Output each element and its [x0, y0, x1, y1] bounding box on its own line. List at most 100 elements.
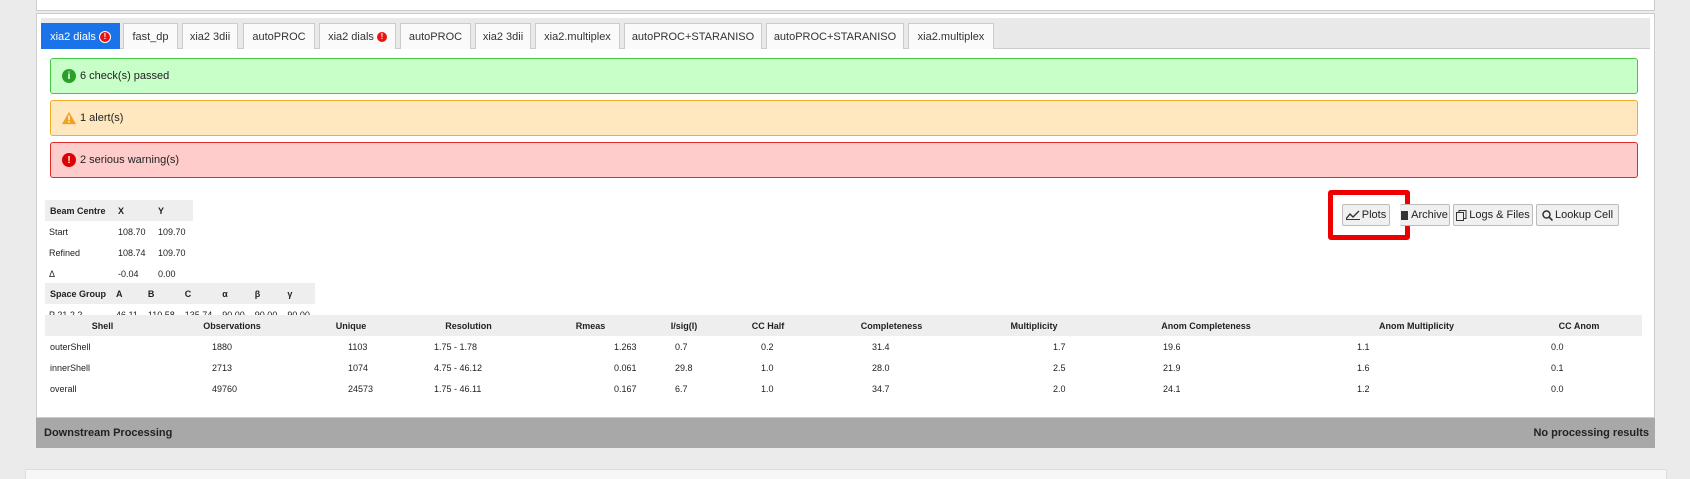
tab-autoproc[interactable]: autoPROC — [243, 23, 315, 49]
tab-autoproc-staraniso[interactable]: autoPROC+STARANISO — [624, 23, 762, 49]
cell-value: 108.70 — [118, 226, 146, 237]
cell-c-header: C — [179, 283, 218, 304]
cell-value: 109.70 — [158, 226, 186, 237]
pipeline-tabs: xia2 dials! fast_dp xia2 3dii autoPROC x… — [41, 18, 1650, 49]
cell-value: 24573 — [348, 383, 374, 394]
anom-completeness-header: Anom Completeness — [1095, 315, 1317, 336]
cell-value: 108.74 — [118, 247, 146, 258]
serious-warnings-alert[interactable]: ! 2 serious warning(s) — [50, 142, 1638, 178]
cell-value: 34.7 — [872, 383, 890, 394]
archive-button[interactable]: Archive — [1400, 204, 1450, 226]
tab-xia2-dials-2[interactable]: xia2 dials! — [319, 23, 396, 49]
files-icon — [1456, 209, 1467, 221]
cell-value: 1074 — [348, 362, 369, 373]
lookup-cell-button[interactable]: Lookup Cell — [1536, 204, 1619, 226]
isigi-header: I/sig(I) — [642, 315, 726, 336]
table-row: Δ -0.04 0.00 — [45, 263, 193, 284]
logs-files-button[interactable]: Logs & Files — [1453, 204, 1533, 226]
cell-value: 4.75 - 46.12 — [434, 362, 483, 373]
tab-label: xia2 3dii — [189, 30, 231, 43]
cell-value: 1880 — [212, 341, 233, 352]
cell-value: 6.7 — [675, 383, 688, 394]
search-icon — [1542, 209, 1553, 221]
space-group-header: Space Group — [45, 283, 112, 304]
cell-value: 31.4 — [872, 341, 890, 352]
cell-value: 1.1 — [1357, 341, 1370, 352]
multiplicity-header: Multiplicity — [973, 315, 1095, 336]
alpha-header: α — [217, 283, 250, 304]
tab-label: autoPROC — [408, 30, 463, 43]
shell-statistics-table: Shell Observations Unique Resolution Rme… — [45, 315, 1642, 399]
x-header: X — [113, 200, 153, 221]
button-label: Logs & Files — [1469, 209, 1530, 221]
cell-value: 1.263 — [614, 341, 637, 352]
error-badge-icon: ! — [376, 31, 387, 42]
downstream-status: No processing results — [1533, 427, 1649, 439]
cell-value: 1.75 - 46.11 — [434, 383, 482, 394]
tab-xia2-3dii-2[interactable]: xia2 3dii — [475, 23, 531, 49]
observations-header: Observations — [160, 315, 304, 336]
shell-name: innerShell — [50, 362, 91, 373]
highlight-box — [1328, 190, 1410, 240]
row-label: Refined — [49, 247, 81, 258]
cell-value: 0.1 — [1551, 362, 1564, 373]
cell-value: 0.2 — [761, 341, 774, 352]
checks-passed-alert[interactable]: i 6 check(s) passed — [50, 58, 1638, 94]
table-row: outerShell 1880 1103 1.75 - 1.78 1.263 0… — [45, 336, 1642, 357]
shell-header: Shell — [45, 315, 160, 336]
previous-panel-edge — [36, 0, 1655, 11]
cell-value: 21.9 — [1163, 362, 1181, 373]
row-label: Start — [49, 226, 69, 237]
archive-icon — [1401, 210, 1409, 220]
alert-text: 2 serious warning(s) — [80, 154, 180, 166]
beam-centre-header: Beam Centre — [45, 200, 113, 221]
tab-label: xia2.multiplex — [544, 30, 611, 43]
cell-value: 1.75 - 1.78 — [434, 341, 478, 352]
cell-b-header: B — [142, 283, 180, 304]
cell-value: 0.0 — [1551, 341, 1564, 352]
tab-label: xia2.multiplex — [917, 30, 985, 43]
cell-value: 1.0 — [761, 383, 774, 394]
tab-autoproc-2[interactable]: autoPROC — [400, 23, 471, 49]
cc-half-header: CC Half — [726, 315, 810, 336]
beta-header: β — [249, 283, 283, 304]
button-label: Lookup Cell — [1554, 209, 1614, 221]
cell-value: 1.2 — [1357, 383, 1370, 394]
cell-value: 0.061 — [614, 362, 637, 373]
cc-anom-header: CC Anom — [1516, 315, 1642, 336]
shell-name: outerShell — [50, 341, 91, 352]
cell-value: 2.5 — [1053, 362, 1066, 373]
cell-value: 1.0 — [761, 362, 774, 373]
cell-value: 1103 — [348, 341, 368, 352]
error-icon: ! — [62, 153, 76, 167]
cell-value: 2.0 — [1053, 383, 1066, 394]
cell-value: 0.00 — [158, 268, 176, 279]
alert-text: 6 check(s) passed — [80, 70, 170, 82]
tab-xia2-multiplex[interactable]: xia2.multiplex — [535, 23, 620, 49]
tab-label: autoPROC+STARANISO — [773, 30, 897, 43]
table-row: overall 49760 24573 1.75 - 46.11 0.167 6… — [45, 378, 1642, 399]
table-row: Start 108.70 109.70 — [45, 221, 193, 242]
downstream-processing-bar[interactable]: Downstream Processing No processing resu… — [36, 418, 1655, 448]
tab-xia2-dials[interactable]: xia2 dials! — [41, 23, 120, 49]
tab-label: fast_dp — [132, 30, 169, 43]
alert-text: 1 alert(s) — [80, 112, 124, 124]
downstream-title: Downstream Processing — [44, 427, 173, 439]
cell-value: 0.7 — [675, 341, 688, 352]
button-label: Archive — [1411, 209, 1448, 221]
tab-xia2-multiplex-2[interactable]: xia2.multiplex — [908, 23, 994, 49]
table-row: Refined 108.74 109.70 — [45, 242, 193, 263]
y-header: Y — [153, 200, 193, 221]
warning-icon — [62, 111, 76, 125]
tab-autoproc-staraniso-2[interactable]: autoPROC+STARANISO — [766, 23, 904, 49]
tab-fast-dp[interactable]: fast_dp — [123, 23, 178, 49]
anom-multiplicity-header: Anom Multiplicity — [1317, 315, 1516, 336]
resolution-header: Resolution — [398, 315, 539, 336]
tab-label: autoPROC — [252, 30, 306, 43]
alerts-alert[interactable]: 1 alert(s) — [50, 100, 1638, 136]
cell-value: 0.0 — [1551, 383, 1564, 394]
tab-xia2-3dii[interactable]: xia2 3dii — [182, 23, 238, 49]
tab-label: xia2 dials — [50, 30, 96, 43]
completeness-header: Completeness — [810, 315, 973, 336]
cell-value: 1.6 — [1357, 362, 1370, 373]
